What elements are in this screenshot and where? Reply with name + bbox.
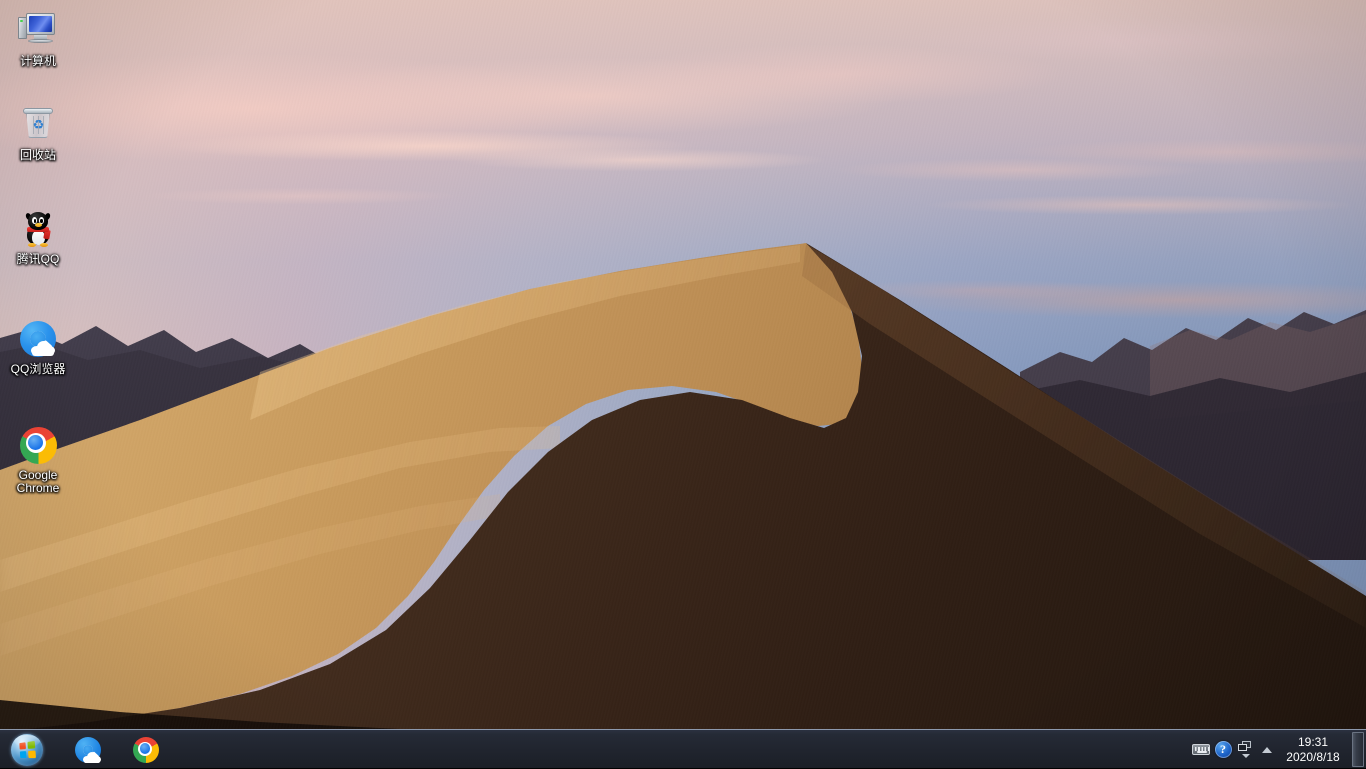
tray-item-help[interactable]: ?	[1212, 730, 1234, 769]
taskbar-item-qq-browser[interactable]	[68, 732, 108, 767]
chrome-icon	[17, 424, 59, 466]
clock[interactable]: 19:31 2020/8/18	[1278, 730, 1352, 769]
desktop-icon-label: 回收站	[2, 149, 74, 162]
desktop[interactable]: 计算机 ♻ 回收站	[0, 0, 1366, 768]
computer-icon	[17, 10, 59, 52]
desktop-icon-qq-browser[interactable]: QQ浏览器	[2, 318, 74, 376]
desktop-icon-label: 腾讯QQ	[2, 253, 74, 266]
tray-item-network[interactable]	[1234, 730, 1256, 769]
taskbar[interactable]: ? 19:31 2020/8/18	[0, 729, 1366, 768]
recycle-bin-icon: ♻	[17, 104, 59, 146]
start-button[interactable]	[6, 732, 48, 767]
desktop-icon-label: 计算机	[2, 55, 74, 68]
desktop-icon-grid: 计算机 ♻ 回收站	[0, 0, 200, 729]
help-circle-icon: ?	[1215, 741, 1232, 758]
chevron-up-icon	[1262, 747, 1272, 753]
windows-orb-icon	[11, 734, 43, 766]
taskbar-item-chrome[interactable]	[126, 732, 166, 767]
tray-item-show-hidden-icons[interactable]	[1256, 730, 1278, 769]
window-stack-icon	[1238, 741, 1252, 759]
desktop-icon-label: QQ浏览器	[2, 363, 74, 376]
desktop-icon-chrome[interactable]: Google Chrome	[2, 424, 74, 495]
qq-browser-icon	[17, 318, 59, 360]
desktop-icon-recycle-bin[interactable]: ♻ 回收站	[2, 104, 74, 162]
desktop-icon-computer[interactable]: 计算机	[2, 10, 74, 68]
qq-browser-icon	[74, 736, 102, 764]
wallpaper-vignette	[0, 0, 1366, 768]
clock-date: 2020/8/18	[1286, 750, 1339, 765]
tray-item-ime[interactable]	[1190, 730, 1212, 769]
taskbar-quicklaunch	[68, 732, 166, 767]
desktop-icon-label: Google Chrome	[2, 469, 74, 495]
system-tray: ? 19:31 2020/8/18	[1190, 730, 1366, 769]
keyboard-icon	[1192, 744, 1210, 755]
clock-time: 19:31	[1298, 735, 1328, 750]
chrome-icon	[132, 736, 160, 764]
qq-penguin-icon	[17, 208, 59, 250]
desktop-icon-tencent-qq[interactable]: 腾讯QQ	[2, 208, 74, 266]
show-desktop-button[interactable]	[1352, 732, 1364, 767]
